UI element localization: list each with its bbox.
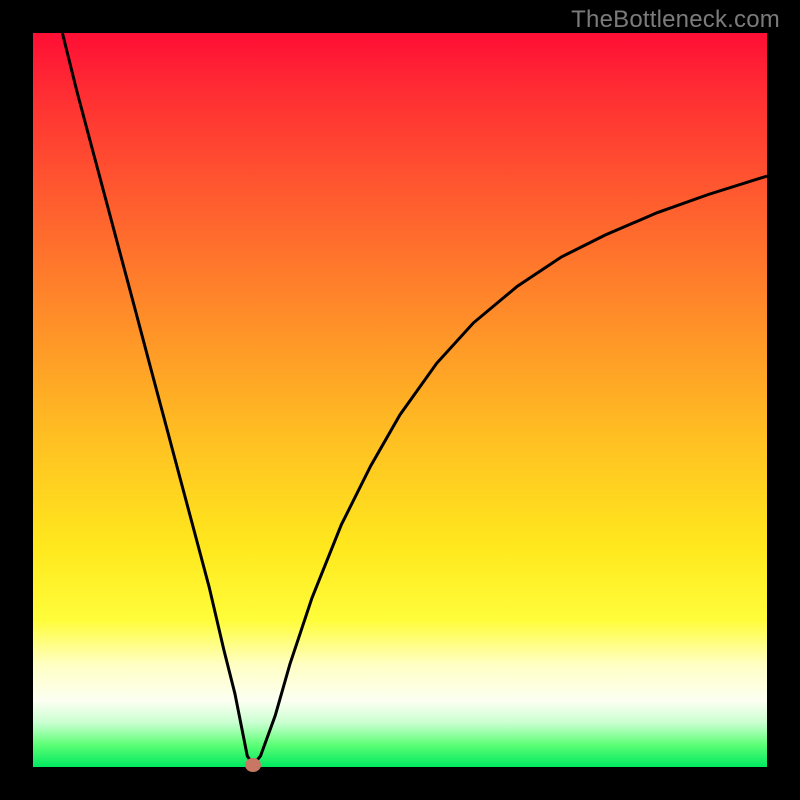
minimum-marker-dot <box>245 758 261 772</box>
chart-stage: TheBottleneck.com <box>0 0 800 800</box>
bottleneck-curve <box>33 33 767 767</box>
plot-area <box>33 33 767 767</box>
watermark-text: TheBottleneck.com <box>571 6 780 34</box>
curve-path <box>62 33 767 765</box>
